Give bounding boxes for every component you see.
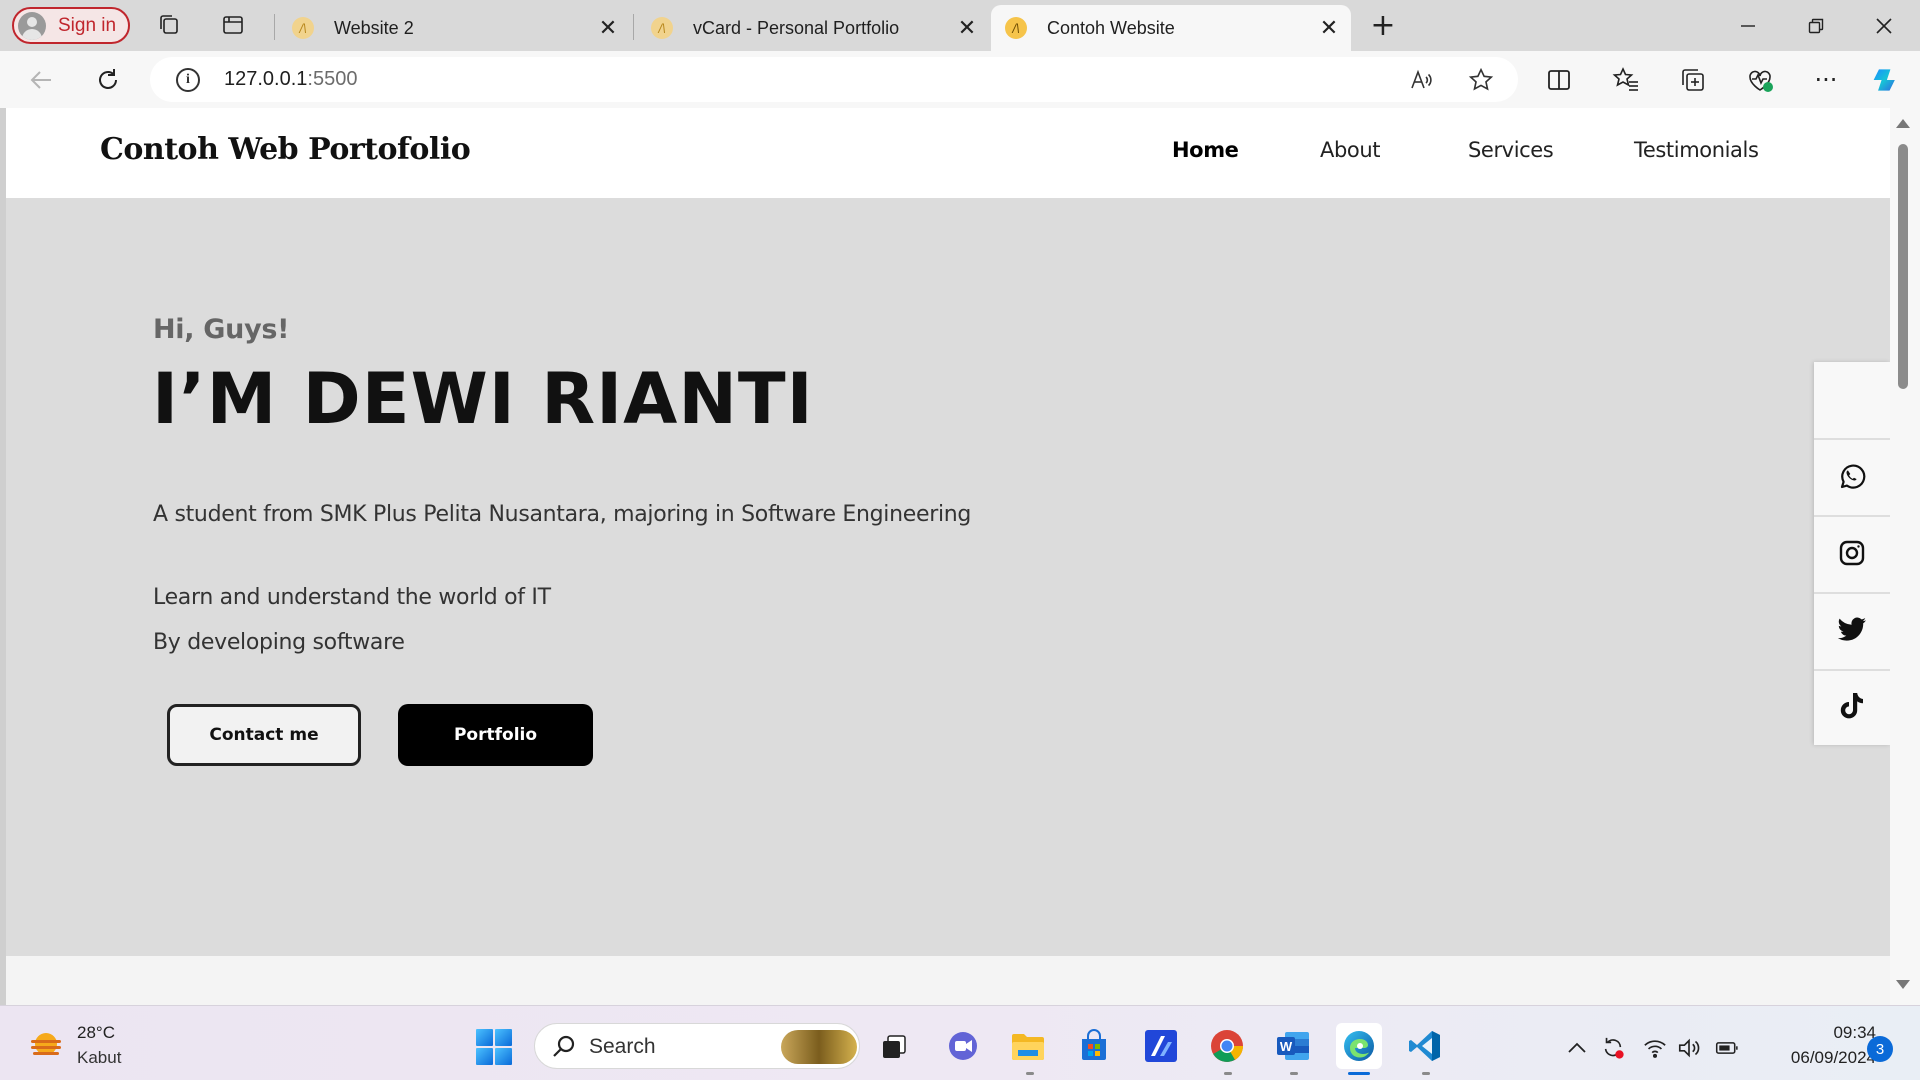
- split-screen-icon[interactable]: [1544, 65, 1574, 95]
- new-tab-icon[interactable]: +: [1370, 8, 1396, 43]
- back-icon[interactable]: [27, 65, 57, 95]
- favorite-star-icon[interactable]: [1468, 67, 1494, 93]
- browser-tab-strip: Sign in /\ Website 2 ✕ /\ vCard - Person…: [0, 0, 1920, 51]
- site-info-icon[interactable]: i: [176, 68, 200, 92]
- tab-title: Contoh Website: [1047, 17, 1175, 38]
- clock-date[interactable]: 06/09/2024: [1756, 1048, 1876, 1068]
- sync-update-icon[interactable]: [1601, 1036, 1625, 1060]
- scrollbar-thumb[interactable]: [1898, 144, 1908, 389]
- instagram-icon: [1838, 539, 1866, 571]
- twitter-icon: [1837, 617, 1867, 647]
- vscode-live-favicon-icon: /\: [292, 17, 314, 39]
- nav-link-about[interactable]: About: [1320, 138, 1380, 162]
- nav-link-home[interactable]: Home: [1172, 138, 1239, 162]
- taskbar-search[interactable]: Search: [534, 1023, 860, 1069]
- tab-separator: [274, 14, 275, 40]
- task-view-icon[interactable]: [871, 1023, 917, 1069]
- more-options-icon[interactable]: ···: [1811, 65, 1841, 95]
- clock-time[interactable]: 09:34: [1812, 1023, 1876, 1043]
- hero-name: I’M DEWI RIANTI: [152, 358, 814, 440]
- instagram-link[interactable]: [1814, 515, 1890, 592]
- hero-line-2: By developing software: [153, 630, 405, 655]
- weather-temperature[interactable]: 28°C: [77, 1023, 115, 1043]
- address-url[interactable]: 127.0.0.1:5500: [224, 68, 357, 91]
- notification-badge[interactable]: 3: [1867, 1036, 1893, 1062]
- scroll-down-icon[interactable]: [1896, 980, 1910, 989]
- read-aloud-icon[interactable]: [1408, 67, 1434, 93]
- file-explorer-icon[interactable]: [1005, 1023, 1051, 1069]
- battery-icon[interactable]: [1715, 1036, 1739, 1060]
- scroll-up-icon[interactable]: [1896, 119, 1910, 128]
- close-tab-icon[interactable]: ✕: [953, 14, 981, 42]
- social-sidebar-blank: [1814, 362, 1890, 438]
- workspaces-icon[interactable]: [156, 12, 182, 38]
- nav-link-services[interactable]: Services: [1468, 138, 1554, 162]
- weather-fog-icon[interactable]: [28, 1030, 64, 1060]
- nav-link-testimonials[interactable]: Testimonials: [1634, 138, 1759, 162]
- collections-icon[interactable]: [1678, 65, 1708, 95]
- browser-essentials-icon[interactable]: [1745, 65, 1775, 95]
- vscode-live-favicon-icon: /\: [651, 17, 673, 39]
- portfolio-button[interactable]: Portfolio: [398, 704, 593, 766]
- running-indicator: [1026, 1072, 1034, 1075]
- whatsapp-link[interactable]: [1814, 438, 1890, 515]
- tab-title: vCard - Personal Portfolio: [693, 17, 900, 38]
- address-bar[interactable]: i 127.0.0.1:5500: [150, 57, 1518, 102]
- restore-button[interactable]: [1784, 0, 1848, 51]
- profile-avatar-icon: [18, 11, 46, 40]
- favorites-icon[interactable]: [1611, 65, 1641, 95]
- contact-me-button[interactable]: Contact me: [167, 704, 361, 766]
- word-icon[interactable]: W: [1270, 1023, 1316, 1069]
- taskbar-search-label: Search: [589, 1035, 656, 1058]
- teams-chat-icon[interactable]: [940, 1023, 986, 1069]
- browser-toolbar: i 127.0.0.1:5500 ···: [0, 51, 1920, 108]
- show-hidden-icons-icon[interactable]: [1565, 1036, 1589, 1060]
- social-sidebar: [1814, 362, 1890, 745]
- windows-taskbar: 28°C Kabut Search W 09:34 06/09/2024 3: [0, 1005, 1920, 1080]
- refresh-icon[interactable]: [93, 65, 123, 95]
- windows-start-icon[interactable]: [476, 1029, 512, 1065]
- tab-website-2[interactable]: /\ Website 2 ✕: [278, 5, 630, 51]
- tab-title: Website 2: [334, 17, 414, 38]
- tab-separator: [633, 14, 634, 40]
- page-scrollbar[interactable]: [1890, 108, 1920, 1005]
- page-viewport: Contoh Web Portofolio Home About Service…: [6, 108, 1890, 1005]
- close-window-button[interactable]: [1852, 0, 1916, 51]
- running-indicator: [1290, 1072, 1298, 1075]
- search-highlight-image: [781, 1030, 857, 1064]
- tab-contoh-website[interactable]: /\ Contoh Website ✕: [991, 5, 1351, 51]
- page-section-divider: [6, 956, 1890, 1005]
- running-indicator: [1422, 1072, 1430, 1075]
- tiktok-link[interactable]: [1814, 669, 1890, 745]
- site-brand[interactable]: Contoh Web Portofolio: [100, 132, 471, 167]
- tab-actions-icon[interactable]: [220, 12, 246, 38]
- close-tab-icon[interactable]: ✕: [1315, 14, 1343, 42]
- site-header: Contoh Web Portofolio Home About Service…: [6, 108, 1890, 198]
- twitter-link[interactable]: [1814, 592, 1890, 669]
- hero-tagline: A student from SMK Plus Pelita Nusantara…: [153, 502, 972, 527]
- minimize-button[interactable]: [1716, 0, 1780, 51]
- tiktok-icon: [1838, 691, 1866, 725]
- hero-line-1: Learn and understand the world of IT: [153, 585, 551, 610]
- sign-in-label: Sign in: [58, 14, 117, 36]
- weather-description[interactable]: Kabut: [77, 1048, 121, 1068]
- copilot-icon[interactable]: [1871, 65, 1901, 95]
- close-tab-icon[interactable]: ✕: [594, 14, 622, 42]
- active-app-indicator: [1348, 1072, 1370, 1075]
- whatsapp-icon: [1837, 461, 1867, 495]
- search-icon: [551, 1033, 577, 1063]
- sign-in-button[interactable]: Sign in: [12, 7, 130, 44]
- running-indicator: [1224, 1072, 1232, 1075]
- vscode-live-app-icon[interactable]: [1138, 1023, 1184, 1069]
- svg-text:W: W: [1280, 1039, 1293, 1054]
- volume-icon[interactable]: [1677, 1036, 1701, 1060]
- microsoft-store-icon[interactable]: [1071, 1023, 1117, 1069]
- wifi-icon[interactable]: [1643, 1036, 1667, 1060]
- hero-greeting: Hi, Guys!: [153, 314, 290, 345]
- edge-icon[interactable]: [1336, 1023, 1382, 1069]
- tab-vcard[interactable]: /\ vCard - Personal Portfolio ✕: [637, 5, 989, 51]
- vscode-icon[interactable]: [1402, 1023, 1448, 1069]
- vscode-live-favicon-icon: /\: [1005, 17, 1027, 39]
- chrome-icon[interactable]: [1204, 1023, 1250, 1069]
